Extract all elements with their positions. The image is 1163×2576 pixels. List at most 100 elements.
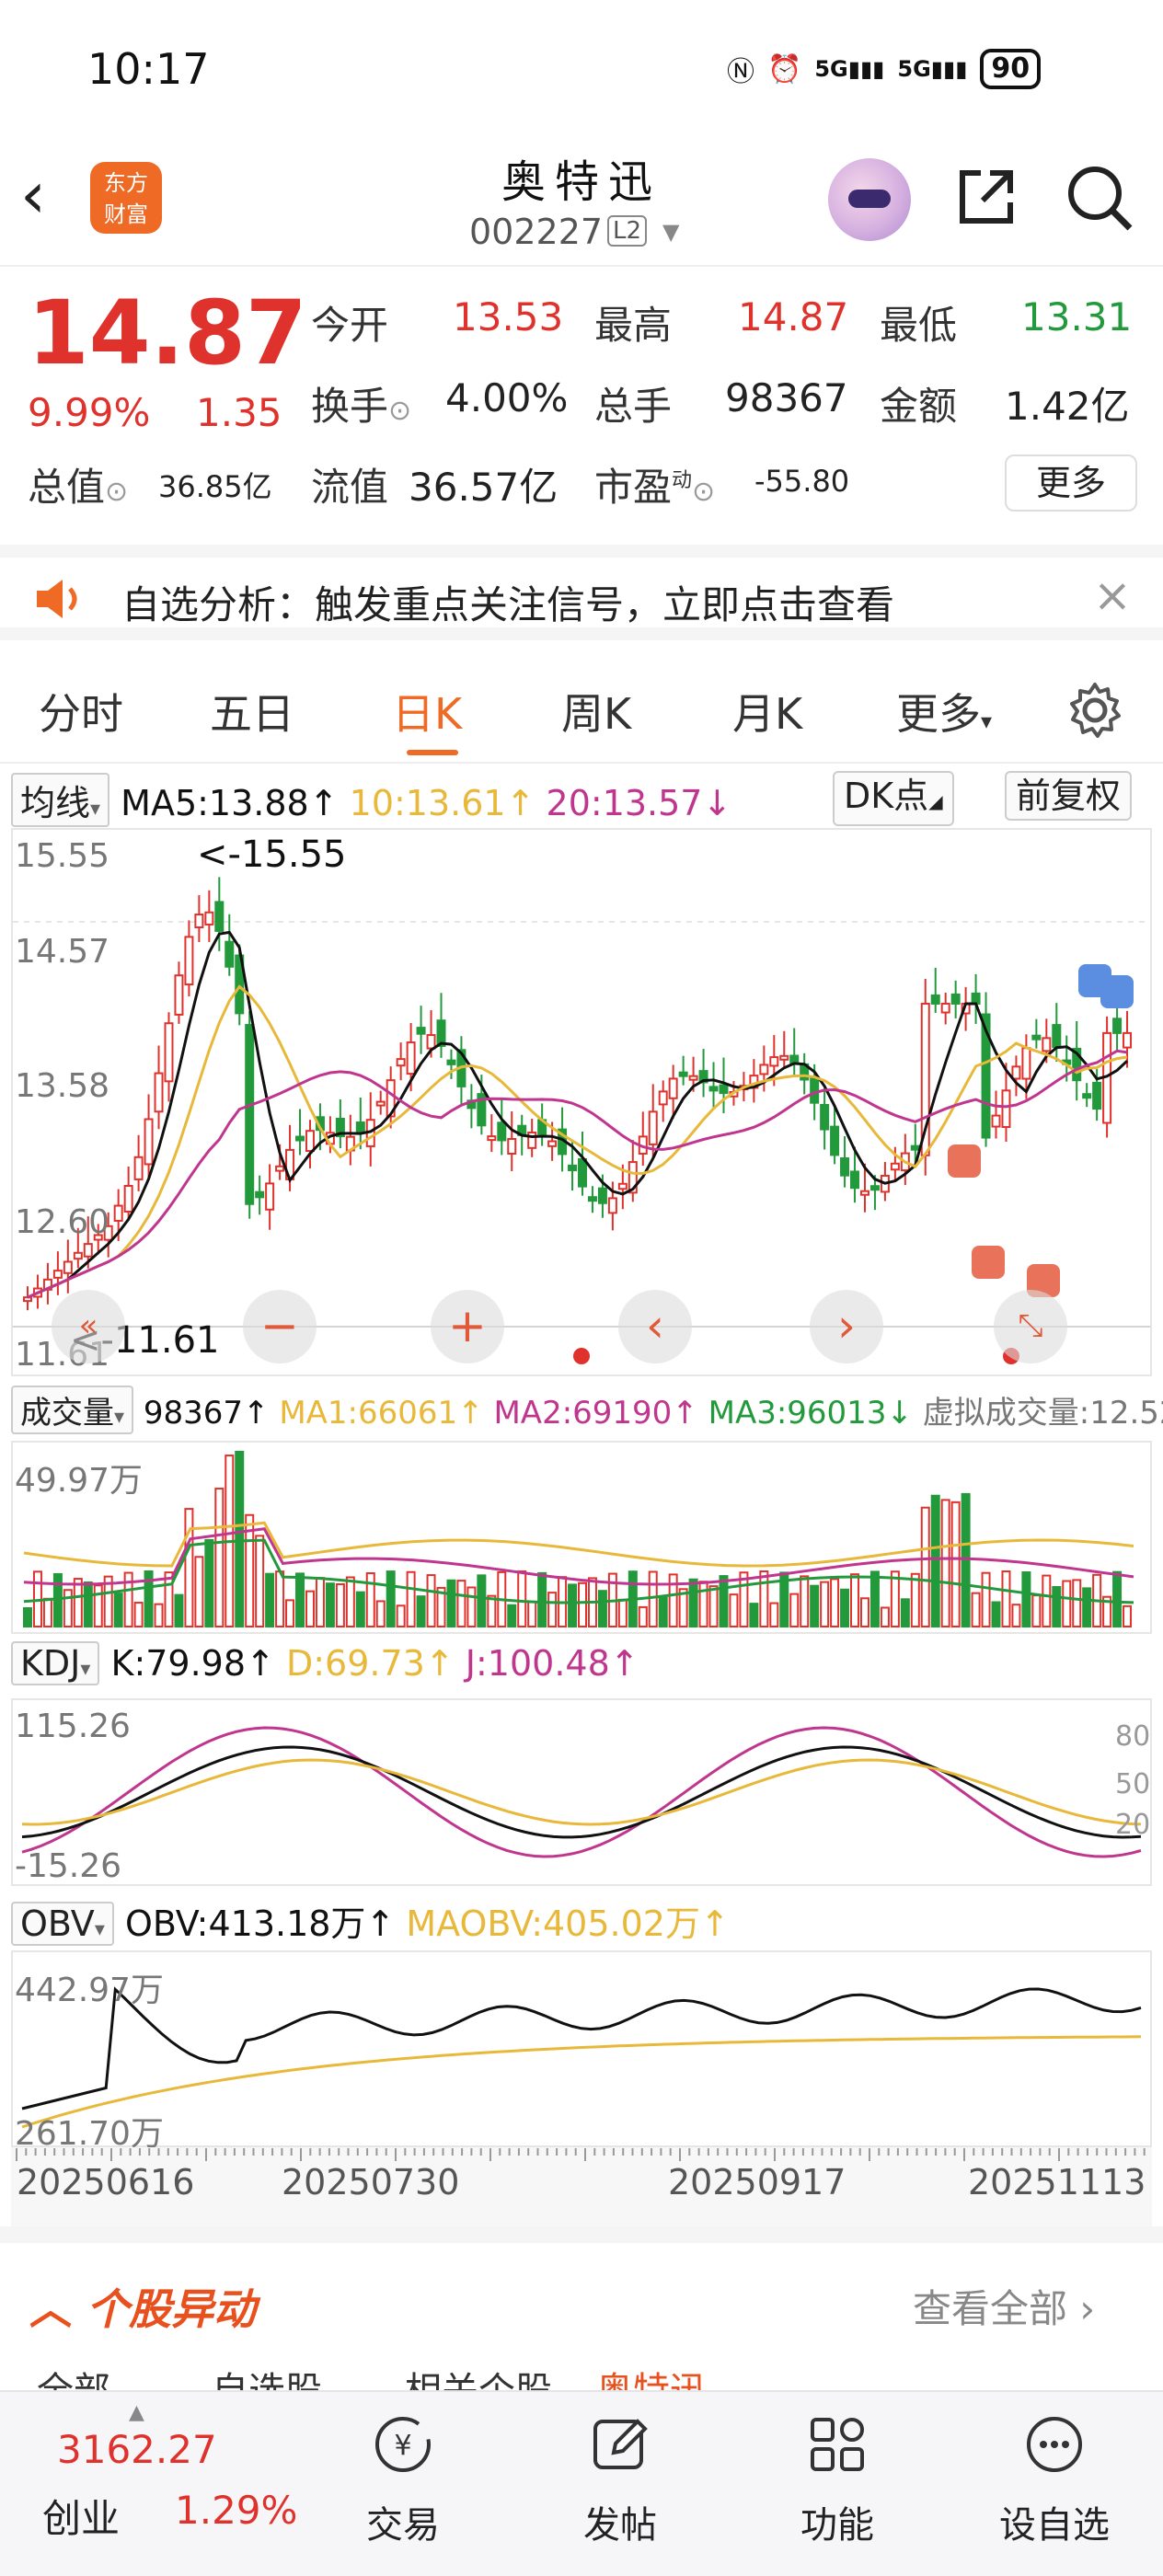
volume-canvas — [23, 1451, 1134, 1628]
volume-bar — [930, 1494, 940, 1628]
y-label-2: 14.57 — [15, 933, 110, 971]
scroll-left-button[interactable]: ‹ — [618, 1290, 692, 1363]
event-dot — [573, 1348, 590, 1364]
index-name[interactable]: 创业 — [42, 2488, 120, 2544]
obv-chart[interactable]: 442.97万 261.70万 — [11, 1950, 1152, 2153]
subtab-watchlist[interactable]: 自选股 — [212, 2361, 322, 2390]
volume-bar — [890, 1570, 900, 1628]
post-button[interactable]: 发帖 — [547, 2412, 694, 2548]
volume-bar — [1052, 1586, 1062, 1627]
scroll-right-button[interactable]: › — [810, 1290, 883, 1363]
tab-five-day[interactable]: 五日 — [210, 681, 294, 742]
function-button[interactable]: 功能 — [764, 2412, 911, 2548]
ai-assistant-avatar[interactable] — [828, 158, 911, 241]
more-button[interactable]: 更多 — [1005, 454, 1137, 512]
candle-body — [950, 993, 961, 1005]
info-icon[interactable]: ⊙ — [388, 395, 411, 427]
kdj-ref-50: 50 — [1115, 1768, 1151, 1800]
candle-body — [184, 936, 194, 986]
amount-label: 金额 — [880, 384, 958, 429]
volume-chart[interactable]: 49.97万 — [11, 1441, 1152, 1634]
view-all-link[interactable]: 查看全部 › — [913, 2278, 1095, 2334]
kdj-selector[interactable]: KDJ▾ — [11, 1641, 100, 1685]
subtab-stock[interactable]: 奥特迅 — [596, 2361, 707, 2390]
search-icon[interactable] — [1060, 158, 1137, 236]
candle-body — [194, 914, 204, 929]
candle-body — [204, 911, 214, 926]
candle-body — [1082, 1093, 1092, 1099]
tab-weekly-k[interactable]: 周K — [561, 681, 631, 742]
volume-bar — [961, 1492, 971, 1628]
candle-body — [295, 1135, 305, 1142]
info-icon[interactable]: ⊙ — [105, 476, 128, 508]
candle-body — [769, 1056, 779, 1067]
volume-bar — [396, 1604, 406, 1627]
fullscreen-button[interactable]: ⤡ — [994, 1290, 1067, 1363]
info-icon[interactable]: ⊙ — [692, 476, 715, 508]
volume-bar — [456, 1580, 466, 1627]
candle-body — [820, 1103, 830, 1131]
y-label-3: 13.58 — [15, 1067, 110, 1105]
volume-bar — [446, 1579, 456, 1627]
volume-bar — [900, 1598, 910, 1628]
zoom-out-button[interactable]: − — [243, 1290, 317, 1363]
kdj-chart[interactable]: 115.26 -15.26 80 50 20 — [11, 1698, 1152, 1886]
trade-button[interactable]: ¥ 交易 — [329, 2412, 477, 2548]
open-label: 今开 — [311, 303, 389, 348]
index-pct[interactable]: 1.29% — [175, 2488, 297, 2533]
chevron-down-icon[interactable]: ▼ — [662, 219, 679, 245]
add-watchlist-button[interactable]: 设自选 — [981, 2412, 1128, 2548]
high-value: 14.87 — [738, 294, 849, 339]
stock-code[interactable]: 002227 — [469, 212, 603, 252]
kdj-d: D:69.73↑ — [285, 1643, 455, 1684]
volume-bar — [365, 1572, 375, 1628]
high-marker: <-15.55 — [197, 834, 347, 876]
candle-body — [810, 1076, 820, 1104]
level2-badge[interactable]: L2 — [607, 215, 648, 247]
tab-monthly-k[interactable]: 月K — [732, 681, 802, 742]
obv-selector[interactable]: OBV▾ — [11, 1902, 114, 1946]
volume-bar — [386, 1570, 396, 1628]
volume-bar — [759, 1570, 769, 1627]
volume-bar — [285, 1599, 295, 1627]
turnover-label: 换手⊙ — [311, 384, 412, 429]
adjust-button[interactable]: 前复权 — [1005, 771, 1133, 821]
subtab-all[interactable]: 全部 — [37, 2361, 110, 2390]
kdj-legend: KDJ▾ K:79.98↑ D:69.73↑ J:100.48↑ — [11, 1641, 639, 1685]
share-icon[interactable] — [950, 160, 1023, 234]
candle-body — [910, 1144, 920, 1151]
ma-selector[interactable]: 均线▾ — [11, 773, 110, 827]
volume-bar — [1123, 1604, 1133, 1628]
notice-banner[interactable]: 自选分析：触发重点关注信号，立即点击查看 × — [0, 545, 1163, 640]
tab-daily-k[interactable]: 日K — [392, 681, 462, 742]
gear-icon[interactable] — [1065, 681, 1124, 740]
candle-body — [840, 1157, 850, 1177]
volume-bar — [1072, 1579, 1082, 1628]
candle-body — [154, 1072, 164, 1113]
function-label: 功能 — [800, 2504, 874, 2547]
volume-bar — [719, 1575, 729, 1627]
tab-more[interactable]: 更多▾ — [896, 681, 992, 742]
zoom-in-button[interactable]: + — [431, 1290, 504, 1363]
date-ticks — [16, 2148, 1146, 2161]
candle-body — [779, 1054, 789, 1061]
volume-legend: 成交量▾ 98367↑ MA1:66061↑ MA2:69190↑ MA3:96… — [11, 1386, 1163, 1434]
edit-icon — [593, 2419, 648, 2469]
obv-canvas — [21, 1986, 1142, 2129]
index-value[interactable]: 3162.27 — [57, 2427, 217, 2472]
signal-icon: 5G▮▮▮ — [814, 56, 885, 82]
candle-body — [73, 1251, 83, 1260]
volume-bar — [981, 1571, 991, 1628]
tab-intraday[interactable]: 分时 — [39, 681, 123, 742]
subtab-related[interactable]: 相关个股 — [405, 2361, 552, 2390]
dk-point-button[interactable]: DK点◢ — [833, 771, 954, 826]
close-icon[interactable]: × — [1093, 569, 1132, 622]
volume-bar — [63, 1589, 73, 1627]
volume-value: 98367↑ — [143, 1395, 270, 1432]
volume-bar — [42, 1597, 52, 1627]
change-percent: 9.99% — [28, 390, 151, 435]
obv-value: OBV:413.18万↑ — [124, 1903, 396, 1944]
left-edge-button[interactable]: « — [52, 1290, 125, 1363]
volume-selector[interactable]: 成交量▾ — [11, 1386, 134, 1434]
kline-chart[interactable]: 15.55 14.57 13.58 12.60 11.61 <-15.55 <-… — [11, 828, 1152, 1376]
